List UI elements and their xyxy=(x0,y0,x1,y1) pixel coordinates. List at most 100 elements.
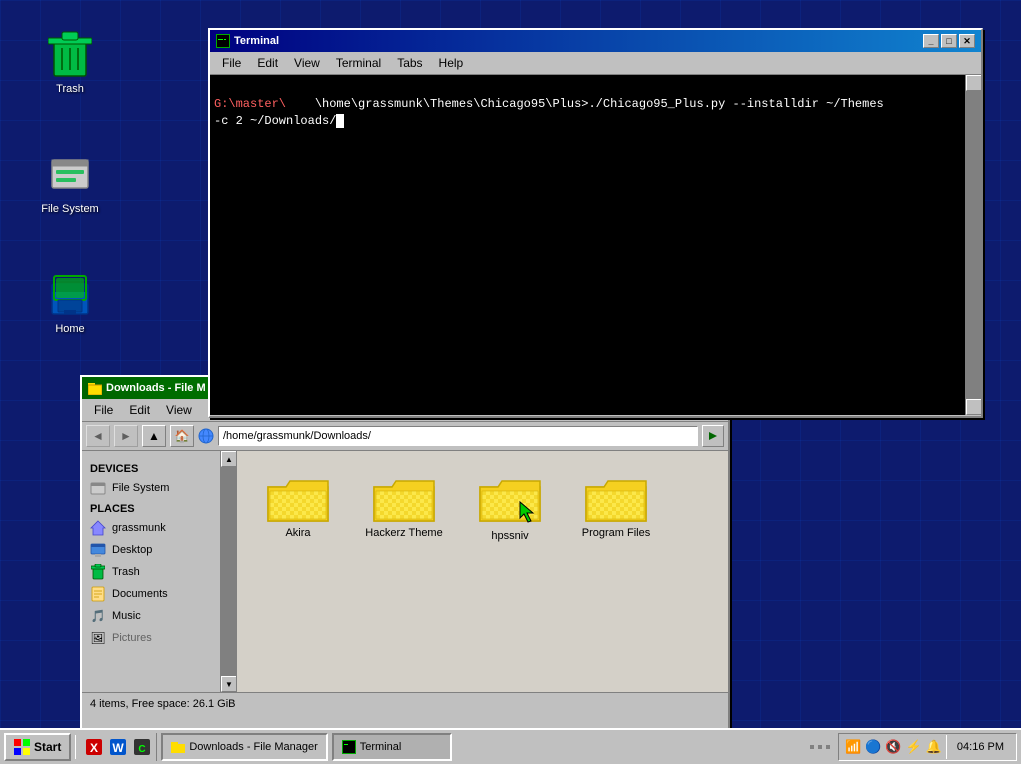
folder-hackerz[interactable]: Hackerz Theme xyxy=(359,467,449,546)
terminal-body[interactable]: G:\master\ \home\grassmunk\Themes\Chicag… xyxy=(210,75,981,415)
audio-icon: 🔇 xyxy=(885,739,901,755)
terminal-menu-terminal[interactable]: Terminal xyxy=(328,54,389,72)
taskbar-fm-icon xyxy=(171,740,185,754)
folder-hackerz-label: Hackerz Theme xyxy=(365,527,442,539)
dot3 xyxy=(826,745,830,749)
sidebar-scroll-down[interactable]: ▼ xyxy=(221,676,237,692)
terminal-close-btn[interactable]: ✕ xyxy=(959,34,975,48)
terminal-content: G:\master\ \home\grassmunk\Themes\Chicag… xyxy=(214,79,977,146)
sidebar-grassmunk-label: grassmunk xyxy=(112,522,166,534)
sidebar-item-pictures[interactable]: 🖼 Pictures xyxy=(86,627,232,649)
filesystem-label: File System xyxy=(38,202,101,216)
terminal-menu-help[interactable]: Help xyxy=(431,54,472,72)
terminal-menu-file[interactable]: File xyxy=(214,54,249,72)
folder-akira-icon xyxy=(266,471,330,523)
terminal-title: Terminal xyxy=(234,35,279,47)
system-tray: 📶 🔵 🔇 ⚡ 🔔 04:16 PM xyxy=(838,733,1017,761)
address-bar xyxy=(198,426,698,446)
fm-menu-file[interactable]: File xyxy=(86,401,121,419)
quicklaunch-icon-1[interactable]: X xyxy=(84,737,104,757)
terminal-titlebar[interactable]: Terminal _ □ ✕ xyxy=(210,30,981,52)
sidebar-item-music[interactable]: 🎵 Music xyxy=(86,605,232,627)
sidebar-music-label: Music xyxy=(112,610,141,622)
taskbar-terminal-label: Terminal xyxy=(360,741,402,753)
terminal-minimize-btn[interactable]: _ xyxy=(923,34,939,48)
notification-icon: 🔔 xyxy=(926,739,942,755)
taskbar-filemanager-button[interactable]: Downloads - File Manager xyxy=(161,733,327,761)
forward-button[interactable]: ► xyxy=(114,425,138,447)
power-icon: ⚡ xyxy=(906,739,922,755)
grassmunk-icon xyxy=(90,520,106,536)
sidebar-trash-label: Trash xyxy=(112,566,140,578)
sidebar-item-desktop[interactable]: Desktop xyxy=(86,539,232,561)
filemanager-window: Downloads - File M _ □ ✕ File Edit View … xyxy=(80,375,730,730)
address-input[interactable] xyxy=(218,426,698,446)
fm-menu-edit[interactable]: Edit xyxy=(121,401,158,419)
terminal-scroll-down[interactable]: ▼ xyxy=(966,399,981,415)
sidebar-item-filesystem[interactable]: File System xyxy=(86,477,232,499)
terminal-menu-edit[interactable]: Edit xyxy=(249,54,286,72)
terminal-menu-tabs[interactable]: Tabs xyxy=(389,54,430,72)
dot2 xyxy=(818,745,822,749)
folder-hackerz-icon xyxy=(372,471,436,523)
sidebar-item-grassmunk[interactable]: grassmunk xyxy=(86,517,232,539)
up-button[interactable]: ▲ xyxy=(142,425,166,447)
sidebar-scrollbar[interactable]: ▲ ▼ xyxy=(220,451,236,692)
filemanager-title: Downloads - File M xyxy=(106,382,206,394)
start-icon xyxy=(14,739,30,755)
back-button[interactable]: ◄ xyxy=(86,425,110,447)
folder-akira[interactable]: Akira xyxy=(253,467,343,546)
filesystem-desktop-icon[interactable]: File System xyxy=(30,150,110,216)
svg-text:X: X xyxy=(90,741,98,755)
terminal-scrollbar[interactable]: ▲ ▼ xyxy=(965,75,981,415)
fm-content: DEVICES File System PLACES xyxy=(82,451,728,692)
svg-text:W: W xyxy=(113,741,125,755)
sidebar-filesystem-label: File System xyxy=(112,482,169,494)
folder-programfiles[interactable]: Program Files xyxy=(571,467,661,546)
home-label: Home xyxy=(52,322,87,336)
documents-sidebar-icon xyxy=(90,586,106,602)
folder-programfiles-label: Program Files xyxy=(582,527,650,539)
folder-hpssniv[interactable]: hpssniv xyxy=(465,467,555,546)
sidebar-item-documents[interactable]: Documents xyxy=(86,583,232,605)
sidebar-pictures-label: Pictures xyxy=(112,632,152,644)
sidebar-scroll-track xyxy=(221,467,236,676)
sidebar-desktop-label: Desktop xyxy=(112,544,152,556)
taskbar-dots xyxy=(810,745,830,749)
filemanager-toolbar: ◄ ► ▲ 🏠 xyxy=(82,422,728,451)
home-button[interactable]: 🏠 xyxy=(170,425,194,447)
taskbar-terminal-icon xyxy=(342,740,356,754)
folder-hpssniv-container xyxy=(478,471,542,526)
taskbar-right: 📶 🔵 🔇 ⚡ 🔔 04:16 PM xyxy=(810,733,1017,761)
taskbar: Start X W C xyxy=(0,728,1021,764)
taskbar-divider-1 xyxy=(75,735,76,759)
quicklaunch-icon-3[interactable]: C xyxy=(132,737,152,757)
filemanager-title-icon xyxy=(88,381,102,395)
quicklaunch-icon-2[interactable]: W xyxy=(108,737,128,757)
bluetooth-icon: 🔵 xyxy=(865,739,881,755)
tray-divider xyxy=(946,735,947,759)
taskbar-terminal-button[interactable]: Terminal xyxy=(332,733,452,761)
sidebar-scroll-up[interactable]: ▲ xyxy=(221,451,237,467)
terminal-maximize-btn[interactable]: □ xyxy=(941,34,957,48)
start-button[interactable]: Start xyxy=(4,733,71,761)
quick-launch: X W C xyxy=(80,733,157,761)
sidebar-item-trash[interactable]: Trash xyxy=(86,561,232,583)
terminal-scroll-up[interactable]: ▲ xyxy=(966,75,981,91)
terminal-menu-view[interactable]: View xyxy=(286,54,328,72)
trash-desktop-icon[interactable]: Trash xyxy=(30,30,110,96)
go-button[interactable] xyxy=(702,425,724,447)
fm-menu-view[interactable]: View xyxy=(158,401,200,419)
pictures-sidebar-icon: 🖼 xyxy=(90,630,106,646)
trash-label: Trash xyxy=(53,82,87,96)
filesystem-sidebar-icon xyxy=(90,480,106,496)
fm-main-area: Akira Hackerz Theme xyxy=(237,451,728,692)
devices-section-title: DEVICES xyxy=(86,459,232,477)
network-icon: 📶 xyxy=(845,739,861,755)
terminal-menubar: File Edit View Terminal Tabs Help xyxy=(210,52,981,75)
desktop-sidebar-icon xyxy=(90,542,106,558)
svg-text:C: C xyxy=(139,744,146,755)
filesystem-icon xyxy=(46,150,94,198)
home-desktop-icon[interactable]: Home xyxy=(30,270,110,336)
sidebar-documents-label: Documents xyxy=(112,588,168,600)
